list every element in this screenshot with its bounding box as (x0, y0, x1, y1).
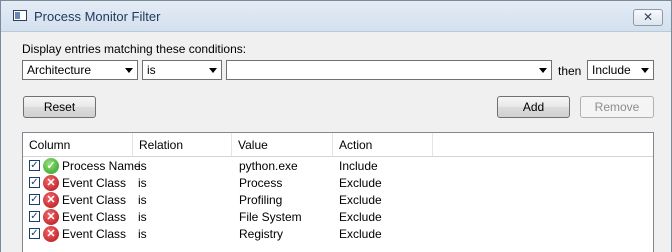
filter-row[interactable]: ✓ ✕ Event Class is Registry Exclude (23, 226, 653, 243)
row-action: Include (339, 159, 378, 173)
row-column: Event Class (62, 210, 127, 224)
column-dropdown[interactable]: Architecture (22, 60, 138, 80)
close-button[interactable]: ✕ (633, 9, 663, 26)
row-checkbox[interactable]: ✓ (29, 177, 40, 188)
reset-button[interactable]: Reset (23, 96, 96, 118)
filter-list[interactable]: Column Relation Value Action ✓ ✓ Process… (22, 132, 654, 252)
row-value: Process (239, 176, 283, 190)
row-relation: is (138, 176, 147, 190)
row-column: Process Name (62, 159, 141, 173)
include-icon: ✓ (43, 158, 59, 174)
row-checkbox[interactable]: ✓ (29, 211, 40, 222)
chevron-down-icon (125, 68, 133, 73)
exclude-icon: ✕ (43, 209, 59, 225)
conditions-label: Display entries matching these condition… (22, 42, 247, 56)
row-relation: is (138, 159, 147, 173)
row-value: File System (239, 210, 302, 224)
row-action: Exclude (339, 193, 382, 207)
row-column: Event Class (62, 227, 127, 241)
remove-button[interactable]: Remove (580, 96, 654, 118)
row-checkbox[interactable]: ✓ (29, 194, 40, 205)
filter-list-header: Column Relation Value Action (23, 133, 653, 157)
exclude-icon: ✕ (43, 192, 59, 208)
chevron-down-icon (209, 68, 217, 73)
row-relation: is (138, 193, 147, 207)
row-relation: is (138, 210, 147, 224)
row-action: Exclude (339, 227, 382, 241)
row-value: Registry (239, 227, 284, 241)
row-action: Exclude (339, 210, 382, 224)
then-label: then (558, 64, 582, 78)
row-value: python.exe (239, 159, 298, 173)
row-action: Exclude (339, 176, 382, 190)
filter-row[interactable]: ✓ ✓ Process Name is python.exe Include (23, 158, 653, 175)
filter-row[interactable]: ✓ ✕ Event Class is File System Exclude (23, 209, 653, 226)
column-header-column[interactable]: Column (23, 133, 133, 156)
row-value: Profiling (239, 193, 283, 207)
row-checkbox[interactable]: ✓ (29, 160, 40, 171)
window-title: Process Monitor Filter (34, 9, 161, 24)
title-bar[interactable]: Process Monitor Filter ✕ (1, 1, 671, 32)
filter-row[interactable]: ✓ ✕ Event Class is Process Exclude (23, 175, 653, 192)
exclude-icon: ✕ (43, 226, 59, 242)
relation-dropdown-value: is (147, 63, 156, 77)
column-header-relation[interactable]: Relation (133, 133, 232, 156)
relation-dropdown[interactable]: is (142, 60, 222, 80)
action-dropdown[interactable]: Include (587, 60, 654, 80)
column-header-action[interactable]: Action (333, 133, 433, 156)
action-dropdown-value: Include (592, 63, 631, 77)
row-relation: is (138, 227, 147, 241)
window-app-icon (13, 10, 27, 21)
column-dropdown-value: Architecture (27, 63, 92, 77)
row-column: Event Class (62, 176, 127, 190)
value-combobox[interactable] (226, 60, 552, 80)
filter-row[interactable]: ✓ ✕ Event Class is Profiling Exclude (23, 192, 653, 209)
add-button[interactable]: Add (497, 96, 570, 118)
chevron-down-icon (539, 68, 547, 73)
column-header-value[interactable]: Value (232, 133, 333, 156)
exclude-icon: ✕ (43, 175, 59, 191)
chevron-down-icon (641, 68, 649, 73)
row-column: Event Class (62, 193, 127, 207)
filter-window: Process Monitor Filter ✕ Display entries… (0, 0, 672, 252)
row-checkbox[interactable]: ✓ (29, 228, 40, 239)
